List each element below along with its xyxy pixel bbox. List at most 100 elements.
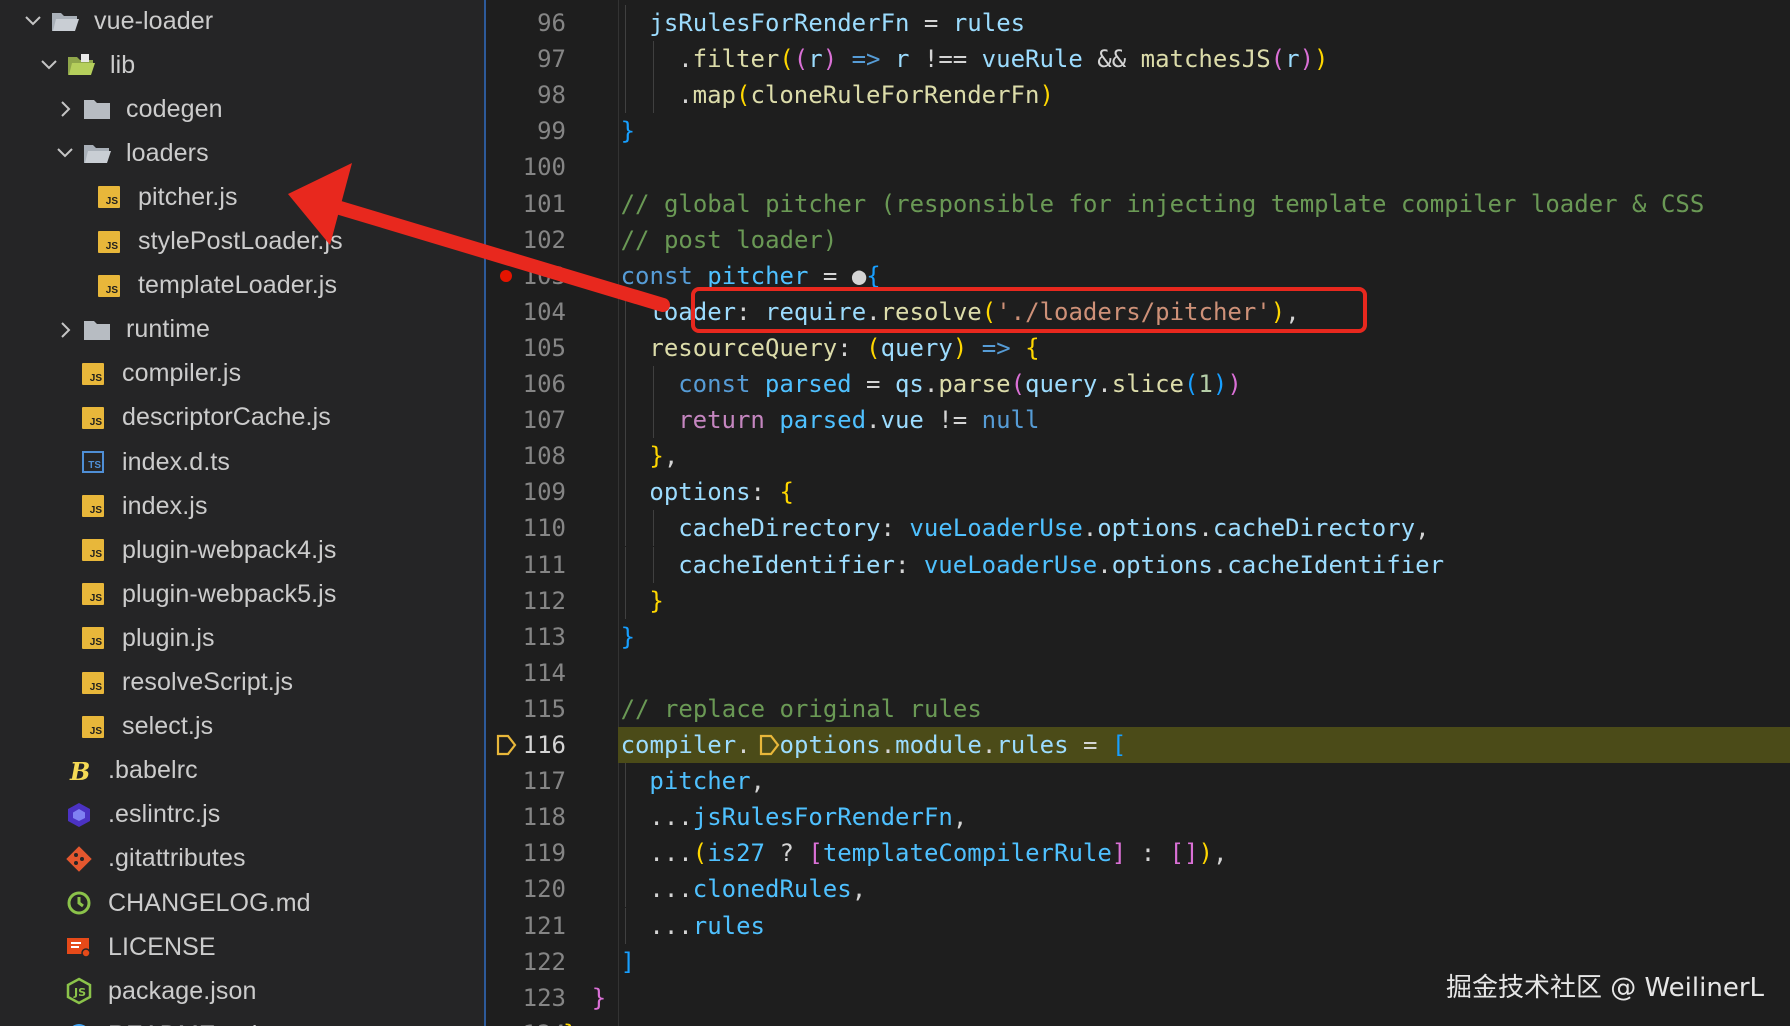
- code-token: (: [1183, 370, 1199, 398]
- javascript-file-icon: JS: [78, 669, 108, 697]
- code-line[interactable]: 124}: [488, 1016, 1790, 1026]
- chevron-down-icon[interactable]: [22, 10, 44, 32]
- explorer-item[interactable]: lib: [0, 43, 484, 87]
- line-number: 102: [522, 225, 566, 254]
- explorer-item[interactable]: JS select.js: [0, 705, 484, 749]
- explorer-item[interactable]: JS templateLoader.js: [0, 264, 484, 308]
- code-line[interactable]: 111 cacheIdentifier: vueLoaderUse.options…: [488, 547, 1790, 583]
- code-token: }: [620, 622, 636, 651]
- explorer-item[interactable]: JS descriptorCache.js: [0, 396, 484, 440]
- explorer-item[interactable]: .gitattributes: [0, 837, 484, 881]
- explorer-item-label: README.md: [108, 1021, 258, 1026]
- line-number: 123: [522, 983, 566, 1012]
- code-line[interactable]: 114: [488, 655, 1790, 691]
- explorer-item[interactable]: JS plugin-webpack5.js: [0, 572, 484, 616]
- code-token: {: [866, 261, 881, 290]
- javascript-file-icon: JS: [94, 228, 124, 256]
- indent-guide: [653, 510, 655, 547]
- code-line[interactable]: 101 // global pitcher (responsible for in…: [488, 186, 1790, 222]
- explorer-item[interactable]: .eslintrc.js: [0, 793, 484, 837]
- code-line[interactable]: 119 ...(is27 ? [templateCompilerRule] : […: [488, 835, 1790, 871]
- code-line[interactable]: 120 ...clonedRules,: [488, 871, 1790, 907]
- code-token: templateCompilerRule: [822, 839, 1112, 868]
- code-line[interactable]: 105 resourceQuery: (query) => {: [488, 330, 1790, 366]
- code-token: ,: [663, 442, 679, 471]
- explorer-item-label: resolveScript.js: [122, 668, 294, 696]
- code-token: }: [563, 1020, 577, 1026]
- explorer-item[interactable]: codegen: [0, 87, 484, 131]
- javascript-file-icon: JS: [78, 360, 108, 388]
- explorer-item[interactable]: runtime: [0, 308, 484, 352]
- code-token: ?: [765, 839, 809, 868]
- javascript-file-icon: JS: [78, 492, 108, 520]
- explorer-item[interactable]: JS plugin-webpack4.js: [0, 528, 484, 572]
- code-line[interactable]: 97 .filter((r) => r !== vueRule && matche…: [488, 41, 1790, 77]
- explorer-item[interactable]: LICENSE: [0, 925, 484, 969]
- code-token: {: [779, 478, 794, 507]
- explorer-item-label: plugin.js: [122, 623, 215, 652]
- code-text: .map(cloneRuleForRenderFn): [678, 77, 1054, 113]
- explorer-item[interactable]: README.md: [0, 1013, 484, 1026]
- chevron-down-icon[interactable]: [54, 142, 76, 164]
- code-token: .: [678, 45, 693, 74]
- code-line[interactable]: 99}: [488, 113, 1790, 149]
- code-line[interactable]: 100: [488, 149, 1790, 185]
- explorer-item[interactable]: JS plugin.js: [0, 616, 484, 660]
- code-line[interactable]: 121 ...rules: [488, 908, 1790, 944]
- code-line[interactable]: 107 return parsed.vue != null: [488, 402, 1790, 438]
- explorer-item[interactable]: vue-loader: [0, 0, 484, 43]
- code-text: ]: [621, 944, 635, 980]
- code-token: =>: [851, 45, 881, 74]
- explorer-item-label: .babelrc: [108, 756, 198, 785]
- code-token: .: [1198, 514, 1213, 543]
- code-token: ,: [1212, 839, 1228, 868]
- code-line[interactable]: 117 pitcher,: [488, 763, 1790, 799]
- code-line[interactable]: 110 cacheDirectory: vueLoaderUse.options.…: [488, 510, 1790, 546]
- lightbulb-icon[interactable]: [494, 733, 518, 757]
- code-token: is27: [707, 839, 765, 868]
- code-line[interactable]: 113}: [488, 619, 1790, 655]
- code-line[interactable]: 108},: [488, 438, 1790, 474]
- code-token: const: [620, 261, 693, 290]
- code-token: jsRulesForRenderFn: [692, 803, 953, 832]
- code-line[interactable]: 96 jsRulesForRenderFn = rules: [488, 5, 1790, 41]
- indent-guide: [624, 438, 626, 475]
- javascript-file-icon: JS: [94, 183, 124, 211]
- code-line[interactable]: 116 compiler. options.module.rules = [: [488, 727, 1790, 763]
- line-number: 114: [522, 658, 566, 687]
- explorer-item[interactable]: JS resolveScript.js: [0, 661, 484, 705]
- explorer-item[interactable]: JS compiler.js: [0, 352, 484, 396]
- line-number: 105: [522, 333, 566, 362]
- code-line[interactable]: 112}: [488, 583, 1790, 619]
- explorer-item-label: CHANGELOG.md: [108, 888, 311, 917]
- javascript-file-icon: JS: [78, 580, 108, 608]
- code-token: :: [1126, 839, 1170, 868]
- code-line[interactable]: 102 // post loader): [488, 222, 1790, 258]
- explorer-item[interactable]: JS package.json: [0, 969, 484, 1013]
- code-line[interactable]: 118 ...jsRulesForRenderFn,: [488, 799, 1790, 835]
- code-token: }: [649, 586, 664, 615]
- explorer-item[interactable]: JS pitcher.js: [0, 175, 484, 219]
- code-text: resourceQuery: (query) => {: [649, 330, 1039, 366]
- code-token: ●: [851, 261, 867, 290]
- code-line[interactable]: 98 .map(cloneRuleForRenderFn): [488, 77, 1790, 113]
- code-token: ,: [750, 767, 765, 796]
- chevron-down-icon[interactable]: [38, 54, 60, 76]
- explorer-item[interactable]: CHANGELOG.md: [0, 881, 484, 925]
- chevron-right-icon[interactable]: [54, 319, 76, 341]
- explorer-item[interactable]: JS stylePostLoader.js: [0, 220, 484, 264]
- explorer-item[interactable]: TS index.d.ts: [0, 440, 484, 484]
- breakpoint-icon[interactable]: [500, 269, 512, 282]
- code-line[interactable]: 109 options: {: [488, 474, 1790, 510]
- explorer-item[interactable]: B .babelrc: [0, 749, 484, 793]
- explorer-item[interactable]: loaders: [0, 131, 484, 175]
- explorer-item[interactable]: JS index.js: [0, 484, 484, 528]
- code-text: .filter((r) => r !== vueRule && matchesJ…: [678, 41, 1328, 77]
- code-line[interactable]: 115 // replace original rules: [488, 691, 1790, 727]
- code-line[interactable]: 106 const parsed = qs.parse(query.slice(1…: [488, 366, 1790, 402]
- inline-hint-icon[interactable]: [757, 733, 781, 757]
- code-token: ...: [649, 839, 693, 868]
- code-editor[interactable]: 96 jsRulesForRenderFn = rules 97 .filter((r…: [488, 0, 1790, 1026]
- chevron-right-icon[interactable]: [54, 98, 76, 120]
- explorer-item-label: package.json: [108, 976, 257, 1005]
